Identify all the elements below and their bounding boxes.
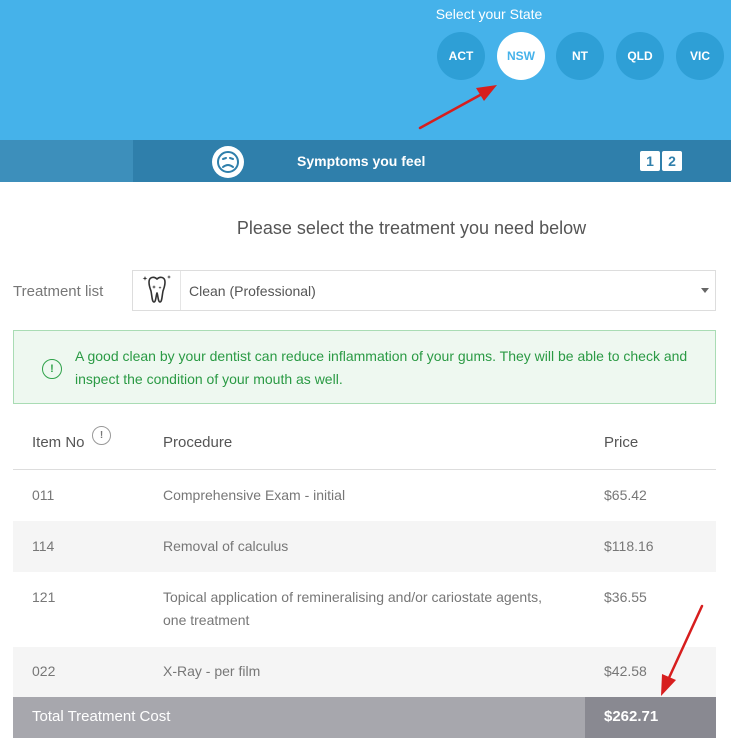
cell-price: $65.42 xyxy=(604,487,647,503)
table-row: 022 X-Ray - per film $42.58 xyxy=(13,647,716,697)
state-button-vic[interactable]: VIC xyxy=(676,32,724,80)
column-header-price: Price xyxy=(604,434,639,451)
step-bar-left xyxy=(0,140,133,182)
column-header-item-no: Item No xyxy=(32,434,85,451)
caret-down-icon xyxy=(701,288,709,293)
total-row: Total Treatment Cost $262.71 xyxy=(13,697,716,738)
cell-procedure: Topical application of remineralising an… xyxy=(163,589,542,628)
info-alert: ! A good clean by your dentist can reduc… xyxy=(13,330,716,404)
cell-procedure: Comprehensive Exam - initial xyxy=(163,487,346,503)
state-button-act[interactable]: ACT xyxy=(437,32,485,80)
cell-item-no: 011 xyxy=(32,487,55,503)
treatment-select-value: Clean (Professional) xyxy=(189,283,316,299)
help-icon[interactable]: ! xyxy=(92,426,111,445)
treatment-select[interactable]: Clean (Professional) xyxy=(132,270,716,311)
cell-price: $118.16 xyxy=(604,538,654,554)
cell-item-no: 114 xyxy=(32,538,55,554)
total-label: Total Treatment Cost xyxy=(32,708,171,725)
sad-face-icon xyxy=(212,146,244,178)
cell-procedure: X-Ray - per film xyxy=(163,663,261,679)
cell-price: $42.58 xyxy=(604,663,647,679)
info-text: A good clean by your dentist can reduce … xyxy=(75,348,688,387)
page-heading: Please select the treatment you need bel… xyxy=(236,218,587,238)
cell-item-no: 022 xyxy=(32,663,56,679)
tooth-sparkle-icon xyxy=(133,271,181,310)
exclamation-circle-icon: ! xyxy=(42,359,62,379)
column-header-procedure: Procedure xyxy=(163,434,233,451)
cell-price: $36.55 xyxy=(604,589,647,605)
table-row: 011 Comprehensive Exam - initial $65.42 xyxy=(13,470,716,521)
step-number-2[interactable]: 2 xyxy=(662,151,682,171)
cell-item-no: 121 xyxy=(32,589,56,605)
step-label: Symptoms you feel xyxy=(297,153,426,169)
state-button-nt[interactable]: NT xyxy=(556,32,604,80)
cell-procedure: Removal of calculus xyxy=(163,538,289,554)
state-button-qld[interactable]: QLD xyxy=(616,32,664,80)
state-selector-title: Select your State xyxy=(435,6,543,22)
step-number-1[interactable]: 1 xyxy=(640,151,660,171)
state-button-nsw[interactable]: NSW xyxy=(497,32,545,80)
table-row: 121 Topical application of remineralisin… xyxy=(13,572,716,647)
treatment-list-label: Treatment list xyxy=(13,283,104,300)
total-value: $262.71 xyxy=(604,708,659,725)
table-row: 114 Removal of calculus $118.16 xyxy=(13,521,716,572)
